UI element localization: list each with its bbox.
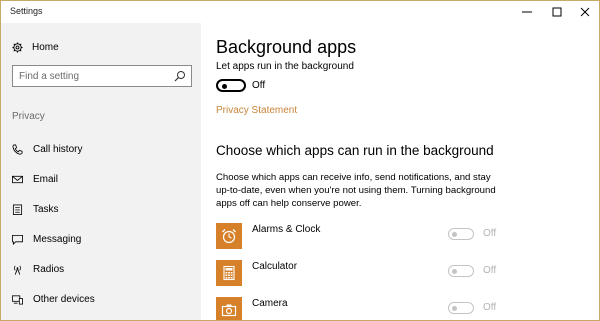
background-apps-toggle[interactable] [216, 79, 246, 92]
minimize-icon [522, 11, 532, 13]
main-content: Background apps Let apps run in the back… [201, 23, 599, 320]
minimize-button[interactable] [512, 1, 542, 23]
home-label: Home [32, 41, 59, 53]
toggle-knob [452, 305, 457, 311]
toggle-knob [452, 231, 457, 237]
search-icon[interactable] [174, 70, 186, 82]
page-title: Background apps [216, 37, 357, 57]
sidebar-item-label: Tasks [33, 203, 59, 215]
app-row-alarms-clock: Alarms & Clock Off [216, 223, 506, 249]
app-tile [216, 223, 242, 249]
app-tile [216, 260, 242, 286]
title-bar: Settings [1, 1, 599, 23]
sidebar-item-label: Email [33, 173, 59, 185]
alarm-clock-icon [222, 229, 236, 244]
maximize-icon [552, 7, 562, 17]
sidebar-home[interactable]: Home [12, 39, 59, 55]
call-history-icon [12, 144, 23, 155]
sidebar: Home Find a setting Privacy Call history… [1, 23, 201, 320]
app-toggle[interactable] [448, 265, 474, 277]
app-toggle-state: Off [483, 228, 497, 239]
sidebar-item-other-devices[interactable]: Other devices [12, 291, 95, 307]
app-toggle[interactable] [448, 228, 474, 240]
app-toggle-state: Off [483, 302, 497, 313]
app-row-camera: Camera Off [216, 297, 506, 320]
app-name: Camera [252, 298, 288, 309]
mail-icon [12, 175, 23, 183]
privacy-statement-link[interactable]: Privacy Statement [216, 105, 297, 116]
toggle-knob [452, 268, 457, 274]
background-toggle-label: Let apps run in the background [216, 61, 354, 72]
window-title: Settings [10, 6, 43, 16]
tasks-icon [12, 204, 23, 215]
toggle-knob [222, 83, 227, 89]
maximize-button[interactable] [542, 1, 572, 23]
sidebar-item-label: Messaging [33, 233, 82, 245]
close-button[interactable] [570, 1, 599, 23]
app-toggle[interactable] [448, 302, 474, 314]
app-toggle-state: Off [483, 265, 497, 276]
app-tile [216, 297, 242, 320]
settings-window: Settings Home Find a setting Privacy Cal… [0, 0, 600, 321]
sidebar-item-label: Other devices [33, 293, 95, 305]
toggle-state-label: Off [252, 80, 266, 91]
app-name: Alarms & Clock [252, 224, 321, 235]
devices-icon [12, 294, 23, 304]
section-description: Choose which apps can receive info, send… [216, 172, 496, 209]
sidebar-item-radios[interactable]: Radios [12, 261, 64, 277]
messaging-icon [12, 234, 23, 245]
search-input[interactable]: Find a setting [12, 65, 192, 87]
app-row-calculator: Calculator Off [216, 260, 506, 286]
sidebar-item-email[interactable]: Email [12, 171, 58, 187]
gear-icon [12, 41, 23, 53]
sidebar-item-call-history[interactable]: Call history [12, 141, 82, 157]
sidebar-item-tasks[interactable]: Tasks [12, 201, 59, 217]
section-heading: Choose which apps can run in the backgro… [216, 143, 494, 158]
section-label-privacy: Privacy [12, 111, 45, 122]
sidebar-item-messaging[interactable]: Messaging [12, 231, 81, 247]
camera-icon [221, 304, 237, 317]
search-placeholder: Find a setting [19, 71, 80, 82]
calculator-icon [223, 265, 235, 281]
sidebar-item-label: Call history [33, 143, 83, 155]
close-icon [580, 7, 590, 17]
radio-tower-icon [14, 265, 21, 275]
app-name: Calculator [252, 261, 298, 272]
sidebar-item-label: Radios [33, 263, 65, 275]
